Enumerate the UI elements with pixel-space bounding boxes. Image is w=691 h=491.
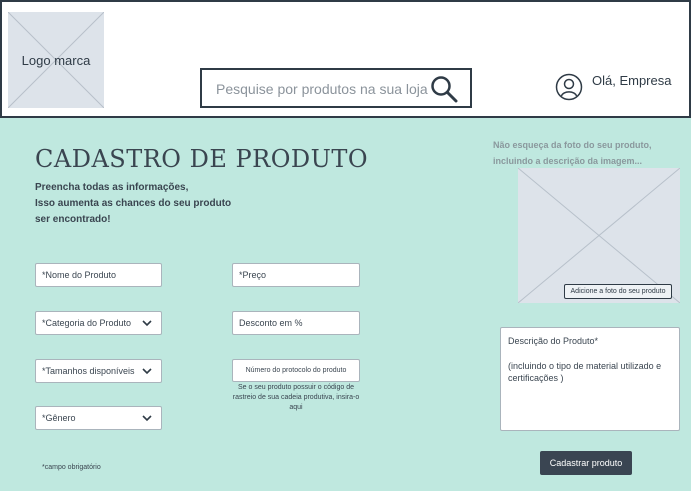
photo-tip: Não esqueça da foto do seu produto, incl… [493, 140, 652, 166]
add-photo-button[interactable]: Adicione a foto do seu produto [564, 284, 672, 299]
logo-label: Logo marca [21, 53, 91, 68]
brand-logo[interactable]: Logo marca [8, 12, 104, 108]
discount-field[interactable]: Desconto em % [232, 311, 360, 335]
required-field-note: *campo obrigatório [42, 464, 101, 471]
description-label: Descrição do Produto* [508, 336, 599, 346]
user-avatar-icon[interactable] [555, 73, 583, 101]
chevron-down-icon [142, 415, 152, 422]
page-title: CADASTRO DE PRODUTO [35, 145, 369, 173]
category-label: *Categoria do Produto [42, 318, 132, 328]
protocol-helper-text: Se o seu produto possuir o código de ras… [232, 384, 360, 411]
search-input[interactable]: Pesquise por produtos na sua loja [216, 81, 428, 97]
product-name-label: *Nome do Produto [42, 270, 117, 280]
top-header: Logo marca Pesquise por produtos na sua … [0, 0, 691, 118]
subtitle-line: Preencha todas as informações, [35, 182, 189, 193]
chevron-down-icon [142, 368, 152, 375]
user-greeting[interactable]: Olá, Empresa [592, 73, 671, 88]
description-hint: (incluindo o tipo de material utilizado … [508, 361, 662, 383]
protocol-label: Número do protocolo do produto [245, 367, 347, 374]
category-select[interactable]: *Categoria do Produto [35, 311, 162, 335]
price-field[interactable]: *Preço [232, 263, 360, 287]
submit-product-button[interactable]: Cadastrar produto [540, 451, 632, 475]
discount-label: Desconto em % [239, 318, 303, 328]
product-name-field[interactable]: *Nome do Produto [35, 263, 162, 287]
image-placeholder-icon [518, 168, 680, 303]
page-subtitle: Preencha todas as informações, Isso aume… [35, 180, 245, 228]
sizes-select[interactable]: *Tamanhos disponíveis [35, 359, 162, 383]
price-label: *Preço [239, 270, 267, 280]
product-photo-placeholder[interactable] [518, 168, 680, 303]
search-bar[interactable]: Pesquise por produtos na sua loja [200, 68, 472, 108]
search-icon[interactable] [430, 75, 458, 103]
subtitle-line: Isso aumenta as chances do seu produto s… [35, 198, 232, 225]
chevron-down-icon [142, 320, 152, 327]
protocol-field[interactable]: Número do protocolo do produto [232, 359, 360, 382]
description-textarea[interactable]: Descrição do Produto* (incluindo o tipo … [500, 327, 680, 431]
sizes-label: *Tamanhos disponíveis [42, 366, 135, 376]
gender-select[interactable]: *Gênero [35, 406, 162, 430]
gender-label: *Gênero [42, 413, 76, 423]
